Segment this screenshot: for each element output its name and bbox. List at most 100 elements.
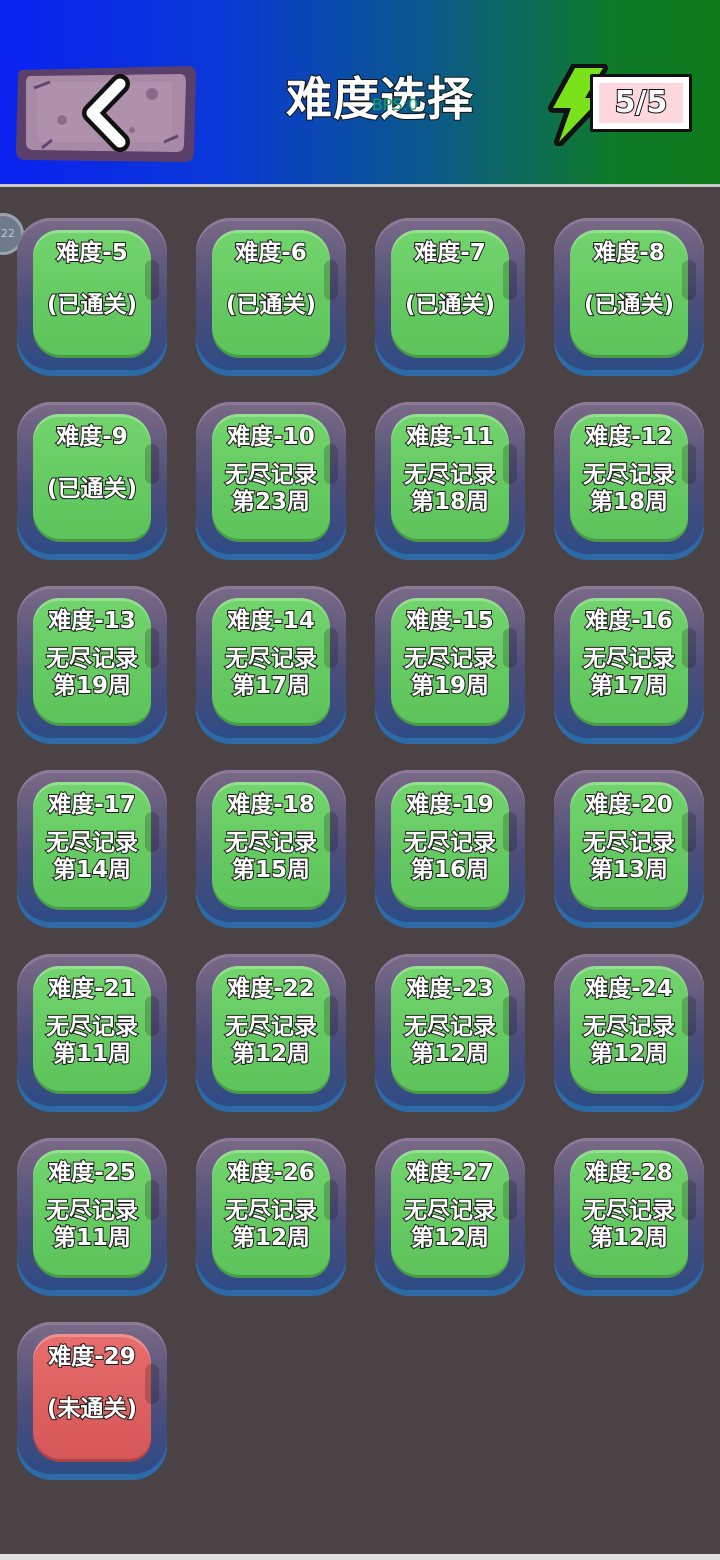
level-record-weeks: 第18周 [410,488,490,516]
level-record-label: 无尽记录 [224,1197,318,1225]
level-button[interactable]: 难度-5 (已通关) [17,218,167,376]
level-record-weeks: 第13周 [589,856,669,884]
level-name: 难度-24 [584,975,674,1003]
level-button[interactable]: 难度-10 无尽记录 第23周 [196,402,346,560]
level-record-label: 无尽记录 [224,645,318,673]
level-button[interactable]: 难度-19 无尽记录 第16周 [375,770,525,928]
level-record-weeks: 第12周 [410,1040,490,1068]
level-button[interactable]: 难度-14 无尽记录 第17周 [196,586,346,744]
level-name: 难度-16 [584,607,674,635]
level-name: 难度-20 [584,791,674,819]
level-record-weeks: 第17周 [589,672,669,700]
bottom-divider [0,1554,720,1560]
level-name: 难度-17 [47,791,137,819]
level-name: 难度-25 [47,1159,137,1187]
level-button[interactable]: 难度-18 无尽记录 第15周 [196,770,346,928]
level-button[interactable]: 难度-12 无尽记录 第18周 [554,402,704,560]
back-arrow-icon [16,66,196,162]
level-record-label: 无尽记录 [403,829,497,857]
level-record-weeks: 第19周 [52,672,132,700]
level-name: 难度-22 [226,975,316,1003]
level-button[interactable]: 难度-7 (已通关) [375,218,525,376]
level-button[interactable]: 难度-21 无尽记录 第11周 [17,954,167,1112]
level-record-weeks: 第12周 [410,1224,490,1252]
level-name: 难度-11 [405,423,495,451]
level-button[interactable]: 难度-29 (未通关) [17,1322,167,1480]
level-status: (未通关) [46,1395,138,1423]
level-button[interactable]: 难度-24 无尽记录 第12周 [554,954,704,1112]
level-button[interactable]: 难度-16 无尽记录 第17周 [554,586,704,744]
level-name: 难度-26 [226,1159,316,1187]
level-record-label: 无尽记录 [224,1013,318,1041]
back-button[interactable] [12,60,198,166]
level-button[interactable]: 难度-11 无尽记录 第18周 [375,402,525,560]
level-record-weeks: 第17周 [231,672,311,700]
level-status: (已通关) [46,475,138,503]
level-name: 难度-15 [405,607,495,635]
level-button[interactable]: 难度-22 无尽记录 第12周 [196,954,346,1112]
level-name: 难度-7 [413,239,487,267]
level-button[interactable]: 难度-20 无尽记录 第13周 [554,770,704,928]
level-record-weeks: 第12周 [231,1040,311,1068]
level-record-weeks: 第11周 [52,1040,132,1068]
energy-counter: 5/5 [590,74,692,132]
level-record-weeks: 第18周 [589,488,669,516]
level-button[interactable]: 难度-6 (已通关) [196,218,346,376]
level-button[interactable]: 难度-25 无尽记录 第11周 [17,1138,167,1296]
level-record-weeks: 第16周 [410,856,490,884]
level-name: 难度-23 [405,975,495,1003]
level-record-label: 无尽记录 [403,1197,497,1225]
level-status: (已通关) [46,291,138,319]
level-status: (已通关) [583,291,675,319]
level-button[interactable]: 难度-17 无尽记录 第14周 [17,770,167,928]
level-button[interactable]: 难度-27 无尽记录 第12周 [375,1138,525,1296]
level-record-weeks: 第14周 [52,856,132,884]
level-status: (已通关) [225,291,317,319]
level-record-weeks: 第11周 [52,1224,132,1252]
level-record-label: 无尽记录 [403,645,497,673]
level-button[interactable]: 难度-26 无尽记录 第12周 [196,1138,346,1296]
level-record-weeks: 第19周 [410,672,490,700]
level-record-label: 无尽记录 [45,829,139,857]
level-name: 难度-9 [55,423,129,451]
top-bar: 难度选择 BPS:0 5/5 [0,0,720,187]
level-name: 难度-8 [592,239,666,267]
level-record-label: 无尽记录 [224,829,318,857]
level-record-label: 无尽记录 [45,645,139,673]
level-record-label: 无尽记录 [582,829,676,857]
level-record-label: 无尽记录 [45,1013,139,1041]
level-record-label: 无尽记录 [45,1197,139,1225]
level-record-label: 无尽记录 [582,1197,676,1225]
energy-value: 5/5 [614,84,669,121]
level-name: 难度-28 [584,1159,674,1187]
level-button[interactable]: 难度-8 (已通关) [554,218,704,376]
level-name: 难度-12 [584,423,674,451]
level-button[interactable]: 难度-15 无尽记录 第19周 [375,586,525,744]
level-record-label: 无尽记录 [582,1013,676,1041]
level-name: 难度-5 [55,239,129,267]
level-button[interactable]: 难度-13 无尽记录 第19周 [17,586,167,744]
level-name: 难度-29 [47,1343,137,1371]
level-record-label: 无尽记录 [403,461,497,489]
level-button[interactable]: 难度-23 无尽记录 第12周 [375,954,525,1112]
level-name: 难度-19 [405,791,495,819]
level-name: 难度-27 [405,1159,495,1187]
level-name: 难度-14 [226,607,316,635]
level-record-weeks: 第12周 [589,1224,669,1252]
level-record-weeks: 第15周 [231,856,311,884]
level-name: 难度-13 [47,607,137,635]
level-record-label: 无尽记录 [403,1013,497,1041]
level-name: 难度-18 [226,791,316,819]
level-name: 难度-10 [226,423,316,451]
level-record-label: 无尽记录 [582,461,676,489]
level-name: 难度-6 [234,239,308,267]
level-record-weeks: 第12周 [589,1040,669,1068]
debug-overlay-text: BPS:0 [371,95,419,114]
level-name: 难度-21 [47,975,137,1003]
level-record-weeks: 第23周 [231,488,311,516]
level-button[interactable]: 难度-9 (已通关) [17,402,167,560]
level-button[interactable]: 难度-28 无尽记录 第12周 [554,1138,704,1296]
level-record-label: 无尽记录 [582,645,676,673]
level-record-weeks: 第12周 [231,1224,311,1252]
level-record-label: 无尽记录 [224,461,318,489]
